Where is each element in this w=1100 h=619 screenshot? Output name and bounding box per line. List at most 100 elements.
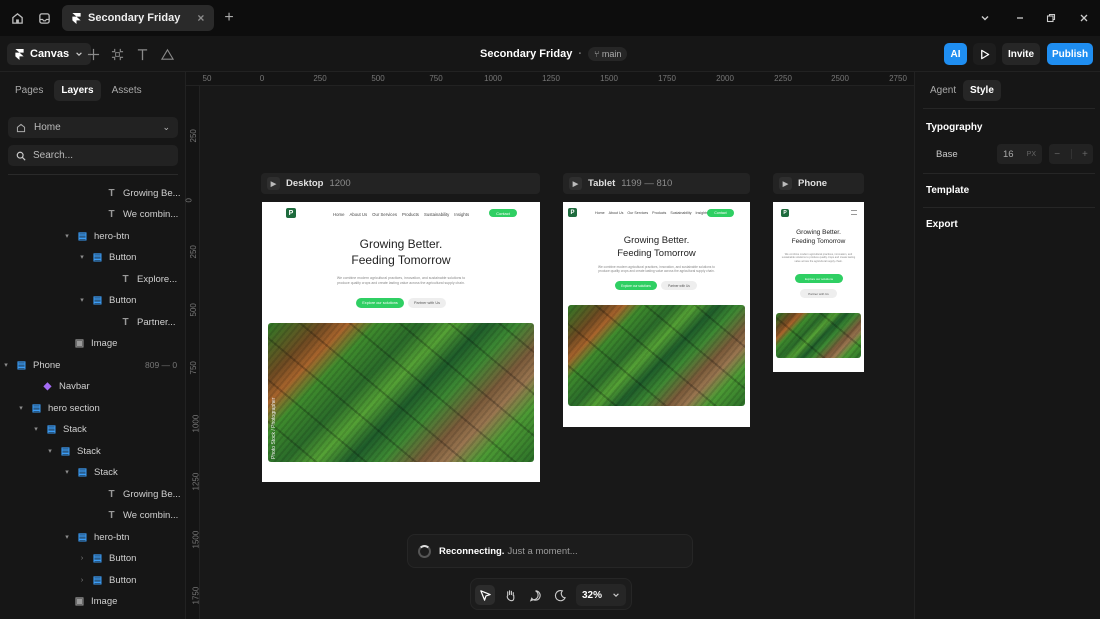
select-tool-icon[interactable]	[475, 585, 495, 605]
expand-caret-icon[interactable]: ▾	[63, 468, 71, 476]
tablet-frame-header[interactable]: ▶ Tablet 1199 — 810	[563, 173, 750, 194]
desktop-frame[interactable]: P Home About Us Our Services Products Su…	[262, 202, 540, 482]
layer-row[interactable]: T Growing Be...	[92, 484, 180, 504]
layer-row[interactable]: › ▤ Button	[78, 548, 137, 568]
nav-item[interactable]: Our Services	[627, 211, 648, 215]
expand-caret-icon[interactable]: ▾	[46, 447, 54, 455]
expand-caret-icon[interactable]: ›	[78, 577, 86, 584]
invite-button[interactable]: Invite	[1002, 43, 1040, 65]
layer-row[interactable]: ▾ ▤ Stack	[46, 441, 101, 461]
hamburger-menu-icon[interactable]	[851, 210, 857, 215]
layer-row[interactable]: ▾ ▤ Phone 809 — 0	[2, 355, 177, 375]
page-select[interactable]: Home ⌄	[8, 117, 178, 138]
layer-row[interactable]: ▾ ▤ Stack	[63, 462, 118, 482]
layer-row[interactable]: ▾ ▤ Button	[78, 290, 136, 310]
layer-row[interactable]: ◆ Navbar	[28, 376, 90, 396]
base-size-input[interactable]: 16 PX	[997, 144, 1042, 164]
vector-tool-icon[interactable]	[157, 44, 177, 64]
tab-agent[interactable]: Agent	[923, 80, 963, 101]
zoom-select[interactable]: 32%	[576, 584, 626, 606]
frame-tool-icon[interactable]	[107, 44, 127, 64]
canvas-menu-button[interactable]: Canvas	[7, 43, 92, 65]
partner-button[interactable]: Partner with Us	[800, 289, 837, 298]
nav-item[interactable]: Our Services	[372, 212, 397, 217]
document-title[interactable]: Secondary Friday · ⑂ main	[480, 47, 628, 61]
layer-row[interactable]: ▾ ▤ Button	[78, 247, 136, 267]
expand-caret-icon[interactable]: ›	[78, 555, 86, 562]
phone-frame-header[interactable]: ▶ Phone	[773, 173, 864, 194]
publish-button[interactable]: Publish	[1047, 43, 1093, 65]
play-icon[interactable]: ▶	[779, 177, 792, 190]
layer-row[interactable]: T We combin...	[92, 204, 178, 224]
close-window-icon[interactable]	[1069, 0, 1099, 36]
nav-item[interactable]: Insights	[454, 212, 469, 217]
chevron-down-icon[interactable]	[970, 0, 1000, 36]
nav-item[interactable]: Sustainability	[670, 211, 691, 215]
nav-item[interactable]: Home	[333, 212, 344, 217]
inbox-icon[interactable]	[34, 0, 54, 36]
expand-caret-icon[interactable]: ▾	[32, 425, 40, 433]
explore-button[interactable]: Explore our solutions	[795, 274, 843, 283]
export-section[interactable]: Export	[926, 219, 958, 230]
comment-tool-icon[interactable]	[525, 585, 545, 605]
play-icon[interactable]: ▶	[267, 177, 280, 190]
hand-tool-icon[interactable]	[500, 585, 520, 605]
contact-button[interactable]: Contact	[489, 209, 517, 217]
template-section[interactable]: Template	[926, 185, 969, 196]
nav-item[interactable]: Products	[402, 212, 419, 217]
home-icon[interactable]	[0, 0, 34, 36]
nav-item[interactable]: About Us	[609, 211, 624, 215]
layer-row[interactable]: ▣ Image	[60, 333, 118, 353]
phone-frame[interactable]: P Growing Better. Feeding Tomorrow We co…	[773, 202, 864, 372]
layer-row[interactable]: ▾ ▤ hero-btn	[63, 527, 129, 547]
tab-layers[interactable]: Layers	[54, 80, 101, 101]
layers-search-input[interactable]: Search...	[8, 145, 178, 166]
partner-button[interactable]: Partner with Us	[408, 298, 446, 308]
layer-label: Image	[91, 337, 118, 349]
layer-row[interactable]: ▾ ▤ Stack	[32, 419, 87, 439]
expand-caret-icon[interactable]: ▾	[78, 253, 86, 261]
nav-item[interactable]: Home	[595, 211, 605, 215]
explore-button[interactable]: Explore our solutions	[356, 298, 404, 308]
ai-button[interactable]: AI	[944, 43, 967, 65]
expand-caret-icon[interactable]: ▾	[17, 404, 25, 412]
tab-assets[interactable]: Assets	[105, 80, 149, 101]
new-tab-button[interactable]: +	[224, 9, 233, 27]
layer-row[interactable]: T We combin...	[92, 505, 178, 525]
tab-pages[interactable]: Pages	[8, 80, 50, 101]
expand-caret-icon[interactable]: ▾	[63, 232, 71, 240]
expand-caret-icon[interactable]: ▾	[78, 296, 86, 304]
desktop-frame-header[interactable]: ▶ Desktop 1200	[261, 173, 540, 194]
close-tab-icon[interactable]: ×	[197, 11, 204, 25]
typography-section[interactable]: Typography	[926, 122, 982, 133]
branch-badge[interactable]: ⑂ main	[588, 47, 628, 61]
contact-button[interactable]: Contact	[707, 209, 734, 217]
preview-button[interactable]	[973, 43, 996, 65]
layer-row[interactable]: T Growing Be...	[92, 183, 180, 203]
layer-row[interactable]: ▣ Image	[60, 591, 118, 611]
insert-plus-icon[interactable]	[83, 44, 103, 64]
expand-caret-icon[interactable]: ▾	[63, 533, 71, 541]
expand-caret-icon[interactable]: ▾	[2, 361, 10, 369]
partner-button[interactable]: Partner with Us	[661, 281, 697, 290]
dark-mode-icon[interactable]	[550, 585, 570, 605]
play-icon[interactable]: ▶	[569, 177, 582, 190]
nav-item[interactable]: Products	[652, 211, 666, 215]
tab-style[interactable]: Style	[963, 80, 1001, 101]
minimize-icon[interactable]	[1005, 0, 1035, 36]
layer-row[interactable]: T Partner...	[106, 312, 175, 332]
explore-button[interactable]: Explore our solutions	[615, 281, 657, 290]
nav-item[interactable]: Sustainability	[424, 212, 449, 217]
increment-icon[interactable]: +	[1082, 149, 1088, 160]
restore-icon[interactable]	[1036, 0, 1066, 36]
layer-row[interactable]: › ▤ Button	[78, 570, 137, 590]
tablet-frame[interactable]: P Home About Us Our Services Products Su…	[563, 202, 750, 427]
layer-row[interactable]: T Explore...	[106, 269, 177, 289]
document-tab[interactable]: Secondary Friday ×	[62, 5, 215, 31]
layer-row[interactable]: ▾ ▤ hero section	[17, 398, 100, 418]
base-size-stepper[interactable]: − +	[1049, 144, 1093, 164]
layer-row[interactable]: ▾ ▤ hero-btn	[63, 226, 129, 246]
nav-item[interactable]: About Us	[349, 212, 367, 217]
decrement-icon[interactable]: −	[1054, 149, 1060, 160]
text-tool-icon[interactable]	[132, 44, 152, 64]
